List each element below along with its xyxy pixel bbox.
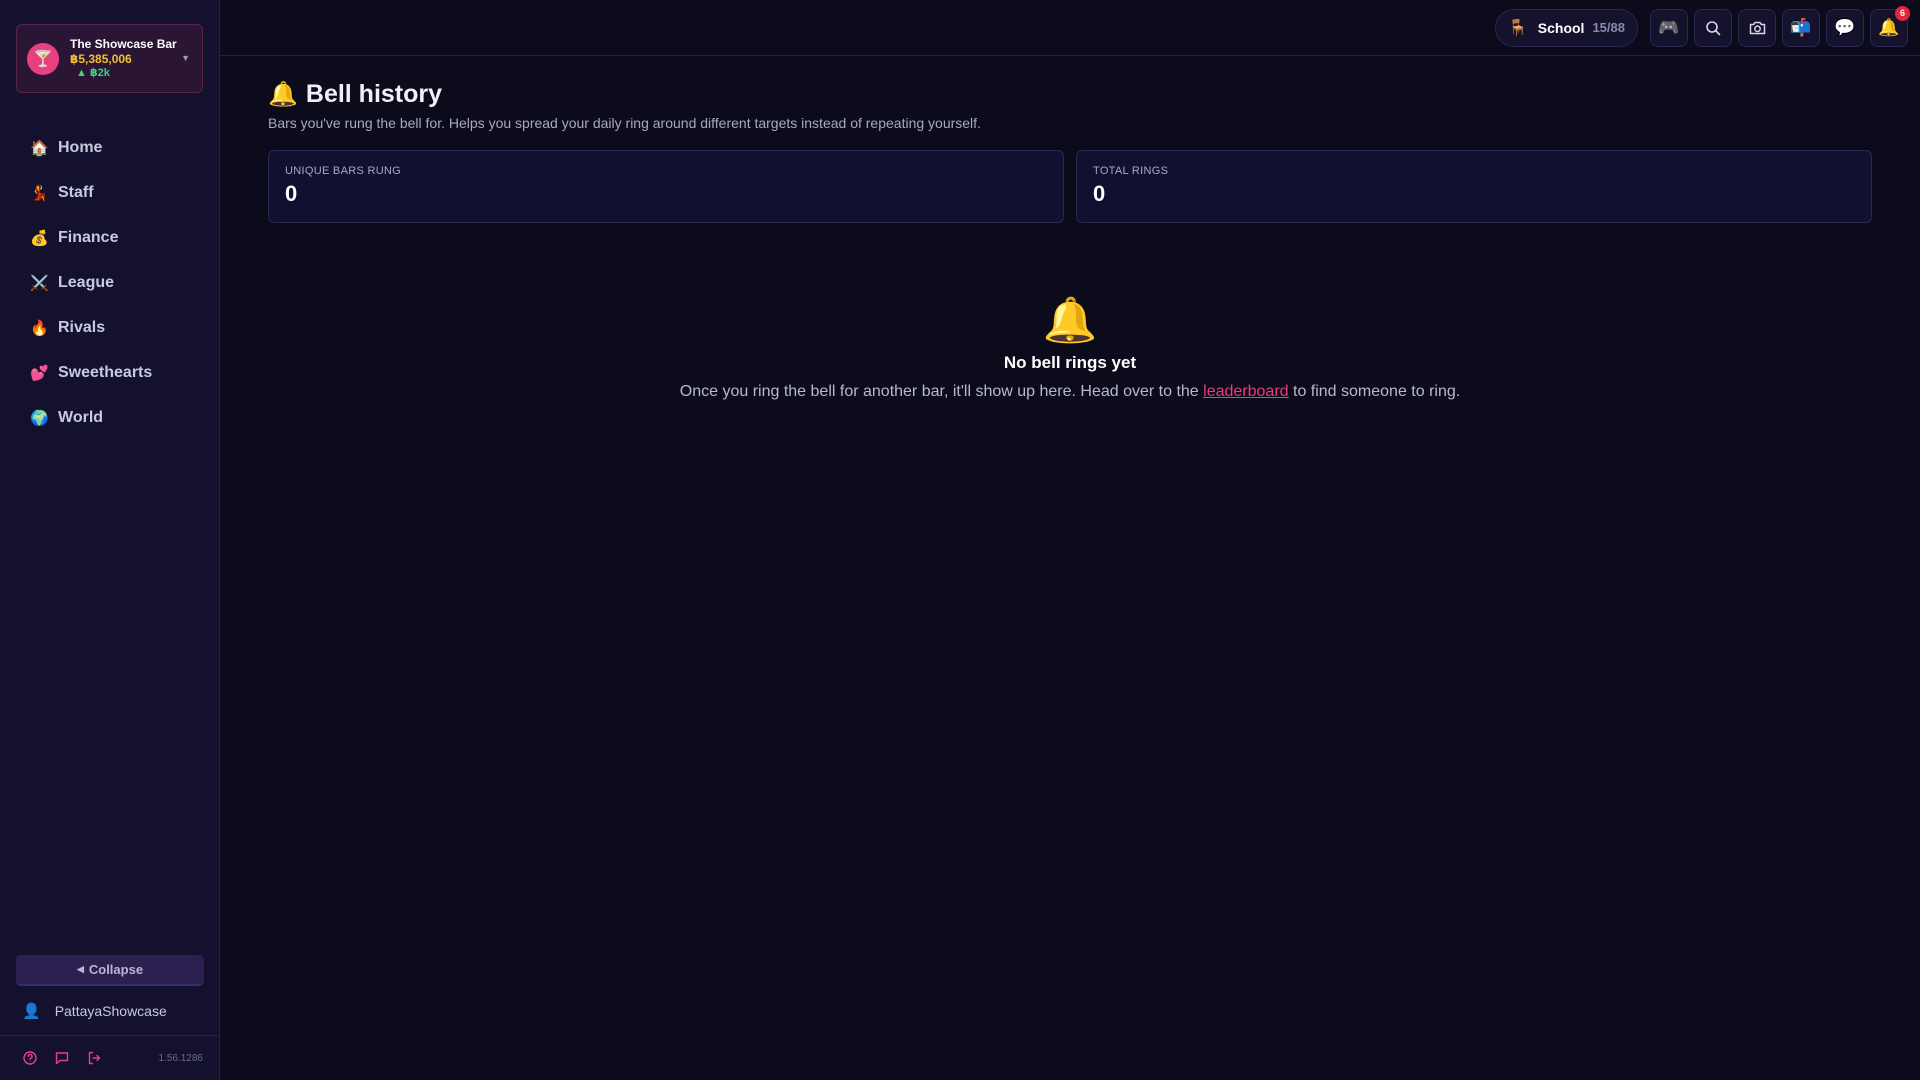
sidebar-item-label: Sweethearts xyxy=(58,363,153,381)
crossed-swords-icon: ⚔️ xyxy=(30,274,49,292)
logout-icon[interactable] xyxy=(86,1050,102,1066)
sidebar-item-staff[interactable]: 💃 Staff xyxy=(0,170,219,215)
username: PattayaShowcase xyxy=(54,1002,167,1019)
search-button[interactable] xyxy=(1694,8,1732,47)
stat-value: 0 xyxy=(285,181,298,206)
school-count: 15/88 xyxy=(1592,20,1625,35)
page-subtitle: Bars you've rung the bell for. Helps you… xyxy=(268,115,981,131)
chevron-down-icon: ▼ xyxy=(181,53,190,63)
sidebar-nav: 🏠 Home 💃 Staff 💰 Finance ⚔️ League 🔥 Riv… xyxy=(0,125,219,440)
games-button[interactable]: 🎮 xyxy=(1650,8,1688,47)
search-icon xyxy=(1706,20,1721,35)
house-icon: 🏠 xyxy=(30,139,49,157)
sidebar-footer: 1.56.1286 xyxy=(0,1036,219,1080)
help-icon[interactable] xyxy=(22,1050,38,1066)
stat-value: 0 xyxy=(1093,181,1106,206)
stats-row: UNIQUE BARS RUNG 0 TOTAL RINGS 0 xyxy=(268,150,1872,223)
stat-label: UNIQUE BARS RUNG xyxy=(285,165,402,177)
speech-bubble-icon: 💬 xyxy=(1834,17,1856,37)
user-profile-link[interactable]: 👤 PattayaShowcase xyxy=(0,986,219,1036)
sidebar-item-home[interactable]: 🏠 Home xyxy=(0,125,219,170)
camera-button[interactable] xyxy=(1738,8,1776,47)
school-label: School xyxy=(1537,19,1585,36)
bell-icon: 🔔 xyxy=(1042,296,1098,345)
sidebar-item-label: Staff xyxy=(58,183,94,201)
sidebar-bottom: ◀ Collapse 👤 PattayaShowcase 1.56.1286 xyxy=(0,955,219,1080)
sidebar-item-label: World xyxy=(58,408,104,426)
dancer-icon: 💃 xyxy=(30,184,49,202)
feedback-icon[interactable] xyxy=(54,1050,70,1066)
main-area: 🪑 School 15/88 🎮 📬 💬 🔔 6 🔔 Bell history … xyxy=(220,0,1920,1080)
empty-state-text: Once you ring the bell for another bar, … xyxy=(680,383,1460,401)
mailbox-icon: 📬 xyxy=(1790,17,1812,37)
chat-button[interactable]: 💬 xyxy=(1826,8,1864,47)
empty-state-title: No bell rings yet xyxy=(1003,353,1137,372)
sidebar-item-sweethearts[interactable]: 💕 Sweethearts xyxy=(0,350,219,395)
chair-icon: 🪑 xyxy=(1507,19,1528,37)
collapse-button[interactable]: ◀ Collapse xyxy=(16,955,204,986)
sidebar-item-label: League xyxy=(58,273,115,291)
bar-info: The Showcase Bar ฿5,385,006 ▲ ฿2k xyxy=(70,37,177,81)
sidebar-item-label: Rivals xyxy=(58,318,106,336)
app-version: 1.56.1286 xyxy=(158,1052,204,1064)
sidebar-item-label: Finance xyxy=(58,228,119,246)
fire-icon: 🔥 xyxy=(30,319,49,337)
stat-card-unique-bars: UNIQUE BARS RUNG 0 xyxy=(268,150,1064,223)
triangle-left-icon: ◀ xyxy=(76,964,84,974)
notification-badge: 6 xyxy=(1895,5,1910,21)
collapse-label: Collapse xyxy=(88,962,144,977)
camera-icon xyxy=(1749,21,1765,34)
sidebar-item-label: Home xyxy=(58,138,103,156)
page-content: 🔔 Bell history Bars you've rung the bell… xyxy=(220,80,1920,401)
page-title-text: Bell history xyxy=(305,80,443,108)
sidebar-item-finance[interactable]: 💰 Finance xyxy=(0,215,219,260)
sidebar-item-world[interactable]: 🌍 World xyxy=(0,395,219,440)
bell-icon: 🔔 xyxy=(1878,17,1900,37)
sidebar-item-rivals[interactable]: 🔥 Rivals xyxy=(0,305,219,350)
empty-text-after: to find someone to ring. xyxy=(1288,383,1461,400)
bell-icon: 🔔 xyxy=(268,81,298,108)
user-icon: 👤 xyxy=(22,1002,41,1020)
gamepad-icon: 🎮 xyxy=(1658,17,1680,37)
sidebar-item-league[interactable]: ⚔️ League xyxy=(0,260,219,305)
notifications-button[interactable]: 🔔 6 xyxy=(1870,5,1910,47)
leaderboard-link[interactable]: leaderboard xyxy=(1203,383,1288,400)
school-button[interactable]: 🪑 School 15/88 xyxy=(1494,8,1638,47)
stat-card-total-rings: TOTAL RINGS 0 xyxy=(1076,150,1872,223)
money-bag-icon: 💰 xyxy=(30,229,49,247)
sidebar: 🍸 The Showcase Bar ฿5,385,006 ▲ ฿2k ▼ 🏠 … xyxy=(0,0,220,1080)
globe-icon: 🌍 xyxy=(30,409,49,427)
stat-label: TOTAL RINGS xyxy=(1093,165,1169,177)
bar-switcher[interactable]: 🍸 The Showcase Bar ฿5,385,006 ▲ ฿2k ▼ xyxy=(16,24,203,93)
topbar: 🪑 School 15/88 🎮 📬 💬 🔔 6 xyxy=(220,0,1920,56)
mailbox-button[interactable]: 📬 xyxy=(1782,8,1820,47)
page-title: 🔔 Bell history xyxy=(268,80,1872,109)
hearts-icon: 💕 xyxy=(30,364,49,382)
bar-trend: ▲ ฿2k xyxy=(76,66,110,79)
empty-text-before: Once you ring the bell for another bar, … xyxy=(679,383,1204,400)
app-root: 🍸 The Showcase Bar ฿5,385,006 ▲ ฿2k ▼ 🏠 … xyxy=(0,0,1920,1080)
bar-name: The Showcase Bar xyxy=(70,36,177,51)
cocktail-icon: 🍸 xyxy=(27,42,59,75)
bar-money: ฿5,385,006 xyxy=(70,51,132,66)
empty-state: 🔔 No bell rings yet Once you ring the be… xyxy=(268,297,1872,401)
